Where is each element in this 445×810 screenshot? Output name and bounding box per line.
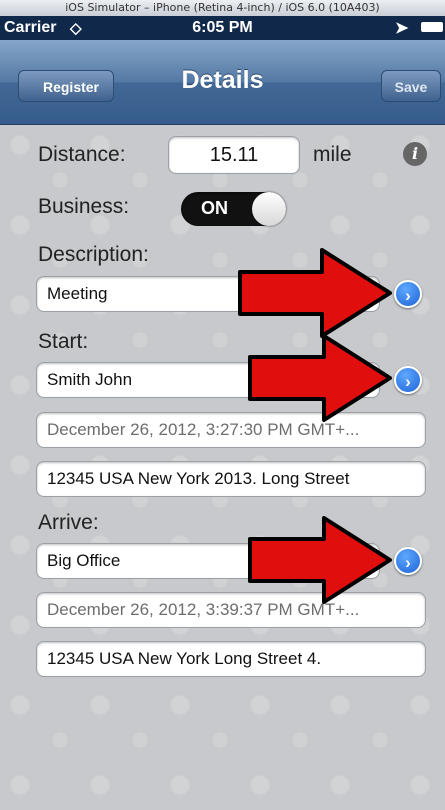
- toggle-knob: [252, 192, 286, 226]
- toggle-on-label: ON: [201, 198, 228, 218]
- description-disclosure-icon[interactable]: ›: [394, 280, 422, 308]
- navigation-bar: Register Details Save: [0, 40, 445, 125]
- distance-label: Distance:: [38, 143, 126, 166]
- arrive-label: Arrive:: [38, 511, 99, 534]
- arrive-disclosure-icon[interactable]: ›: [394, 547, 422, 575]
- description-label: Description:: [38, 243, 149, 266]
- start-label: Start:: [38, 330, 89, 353]
- page-title: Details: [181, 66, 264, 94]
- business-toggle[interactable]: ON: [181, 192, 286, 226]
- annotation-arrow-icon: [238, 248, 392, 338]
- annotation-arrow-icon: [248, 516, 392, 604]
- arrive-address-field[interactable]: 12345 USA New York Long Street 4.: [36, 641, 426, 677]
- business-label: Business:: [38, 195, 130, 218]
- simulator-title: iOS Simulator – iPhone (Retina 4-inch) /…: [0, 0, 445, 16]
- status-time: 6:05 PM: [192, 19, 253, 36]
- distance-input[interactable]: 15.11: [168, 136, 300, 174]
- save-button[interactable]: Save: [381, 70, 441, 102]
- battery-icon: [421, 22, 443, 32]
- start-address-field[interactable]: 12345 USA New York 2013. Long Street: [36, 461, 426, 497]
- info-icon[interactable]: i: [403, 142, 427, 166]
- start-disclosure-icon[interactable]: ›: [394, 366, 422, 394]
- location-icon: ➤: [395, 20, 409, 37]
- status-bar: Carrier ◇ 6:05 PM ➤: [0, 16, 445, 40]
- distance-unit: mile: [313, 143, 352, 166]
- annotation-arrow-icon: [248, 334, 392, 422]
